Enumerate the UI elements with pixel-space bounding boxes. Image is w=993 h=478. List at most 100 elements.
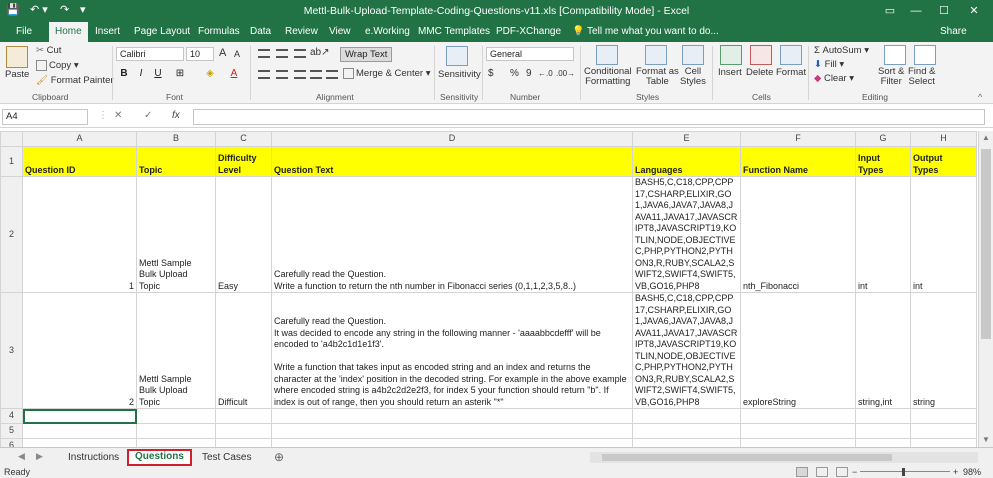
currency-button[interactable]: $	[488, 68, 494, 79]
decrease-decimal-icon[interactable]: .00→	[556, 69, 575, 78]
cell[interactable]	[271, 423, 633, 439]
cancel-entry-icon[interactable]: ✕	[114, 110, 122, 121]
tab-file[interactable]: File	[10, 22, 38, 42]
cell[interactable]	[271, 408, 633, 424]
find-select-button[interactable]: Find & Select	[908, 67, 935, 87]
cell[interactable]	[740, 438, 856, 447]
conditional-formatting-button[interactable]: Conditional Formatting	[584, 67, 632, 87]
cell[interactable]	[855, 408, 911, 424]
column-header-a[interactable]: A	[22, 131, 137, 147]
formula-bar-more-icon[interactable]: ⋮	[98, 110, 108, 121]
column-header-d[interactable]: D	[271, 131, 633, 147]
row-header[interactable]: 3	[0, 292, 23, 409]
delete-cells-icon[interactable]	[750, 45, 772, 65]
font-size-select[interactable]: 10	[186, 47, 214, 61]
cell[interactable]	[632, 423, 741, 439]
header-cell[interactable]: Topic	[136, 146, 216, 177]
wrap-text-button[interactable]: Wrap Text	[340, 47, 393, 62]
insert-cells-icon[interactable]	[720, 45, 742, 65]
cell[interactable]	[22, 438, 137, 447]
column-header-h[interactable]: H	[910, 131, 977, 147]
cell-styles-button[interactable]: Cell Styles	[680, 67, 706, 87]
cell-function-name[interactable]: exploreString	[740, 292, 856, 409]
cell[interactable]	[136, 408, 216, 424]
page-break-view-icon[interactable]	[836, 467, 848, 477]
sheet-tab-test-cases[interactable]: Test Cases	[196, 450, 257, 465]
selected-cell-a4[interactable]	[22, 408, 137, 424]
shrink-font-button[interactable]: A	[234, 49, 240, 59]
close-icon[interactable]: ✕	[962, 2, 986, 20]
header-cell[interactable]: Function Name	[740, 146, 856, 177]
cell-question-id[interactable]: 2	[22, 292, 137, 409]
align-right-icon[interactable]	[294, 70, 306, 79]
horizontal-scrollbar[interactable]	[590, 452, 978, 463]
insert-cells-button[interactable]: Insert	[718, 67, 742, 78]
column-header-g[interactable]: G	[855, 131, 911, 147]
sheet-tab-instructions[interactable]: Instructions	[62, 450, 125, 465]
prev-sheet-icon[interactable]: ◀	[18, 451, 25, 462]
cell[interactable]	[855, 423, 911, 439]
cell-function-name[interactable]: nth_Fibonacci	[740, 176, 856, 293]
sort-filter-button[interactable]: Sort & Filter	[878, 67, 904, 87]
cell-topic[interactable]: Mettl Sample Bulk Upload Topic	[136, 176, 216, 293]
tab-pdf-xchange[interactable]: PDF-XChange	[490, 22, 567, 42]
tab-insert[interactable]: Insert	[89, 22, 126, 42]
format-cells-button[interactable]: Format	[776, 67, 806, 78]
ribbon-display-icon[interactable]: ▭	[878, 2, 902, 20]
tab-home[interactable]: Home	[49, 22, 88, 42]
cell-input-types[interactable]: string,int	[855, 292, 911, 409]
maximize-icon[interactable]: ☐	[932, 2, 956, 20]
tell-me-search[interactable]: 💡 Tell me what you want to do...	[572, 22, 719, 42]
paste-icon[interactable]	[6, 46, 28, 68]
cell[interactable]	[632, 438, 741, 447]
header-cell[interactable]: Languages	[632, 146, 741, 177]
cell-question-text[interactable]: Carefully read the Question. It was deci…	[271, 292, 633, 409]
cell-question-text[interactable]: Carefully read the Question. Write a fun…	[271, 176, 633, 293]
comma-button[interactable]: 9	[526, 68, 532, 79]
header-cell[interactable]: Question ID	[22, 146, 137, 177]
row-header[interactable]: 2	[0, 176, 23, 293]
column-header-f[interactable]: F	[740, 131, 856, 147]
enter-entry-icon[interactable]: ✓	[144, 110, 152, 121]
sensitivity-icon[interactable]	[446, 46, 468, 66]
cell[interactable]	[136, 438, 216, 447]
number-format-select[interactable]: General	[486, 47, 574, 61]
cell-input-types[interactable]: int	[855, 176, 911, 293]
copy-button[interactable]: Copy ▾	[36, 60, 79, 71]
cell[interactable]	[740, 423, 856, 439]
cell-languages[interactable]: BASH5,C,C18,CPP,CPP17,CSHARP,ELIXIR,GO1,…	[632, 176, 741, 293]
middle-align-icon[interactable]	[276, 49, 288, 58]
page-layout-view-icon[interactable]	[816, 467, 828, 477]
cell[interactable]	[136, 423, 216, 439]
cell[interactable]	[22, 423, 137, 439]
tab-data[interactable]: Data	[244, 22, 277, 42]
sensitivity-button[interactable]: Sensitivity	[438, 69, 481, 80]
cell[interactable]	[910, 438, 977, 447]
cut-button[interactable]: ✂ Cut	[36, 45, 61, 56]
cell-topic[interactable]: Mettl Sample Bulk Upload Topic	[136, 292, 216, 409]
paste-button[interactable]: Paste	[5, 69, 29, 80]
format-painter-button[interactable]: 🖌 Format Painter	[36, 75, 114, 86]
row-header[interactable]: 1	[0, 146, 23, 177]
cell[interactable]	[910, 408, 977, 424]
header-cell[interactable]: Difficulty Level	[215, 146, 272, 177]
bold-button[interactable]: B	[116, 67, 132, 81]
conditional-formatting-icon[interactable]	[596, 45, 618, 65]
cell-styles-icon[interactable]	[682, 45, 704, 65]
grow-font-button[interactable]: A	[219, 47, 226, 59]
decrease-indent-icon[interactable]	[310, 70, 322, 79]
sheet-tab-questions[interactable]: Questions	[127, 449, 192, 466]
increase-decimal-icon[interactable]: ←.0	[538, 69, 553, 78]
align-center-icon[interactable]	[276, 70, 288, 79]
column-header-b[interactable]: B	[136, 131, 216, 147]
add-sheet-icon[interactable]: ⊕	[268, 450, 290, 465]
tab-mmc-templates[interactable]: MMC Templates	[412, 22, 496, 42]
font-name-select[interactable]: Calibri	[116, 47, 184, 61]
zoom-level[interactable]: 98%	[963, 466, 981, 478]
horizontal-scroll-thumb[interactable]	[602, 454, 892, 461]
minimize-icon[interactable]: —	[904, 2, 928, 20]
orientation-icon[interactable]: ab↗	[310, 47, 330, 58]
cell-difficulty[interactable]: Difficult	[215, 292, 272, 409]
cell[interactable]	[215, 408, 272, 424]
percent-button[interactable]: %	[510, 68, 519, 79]
